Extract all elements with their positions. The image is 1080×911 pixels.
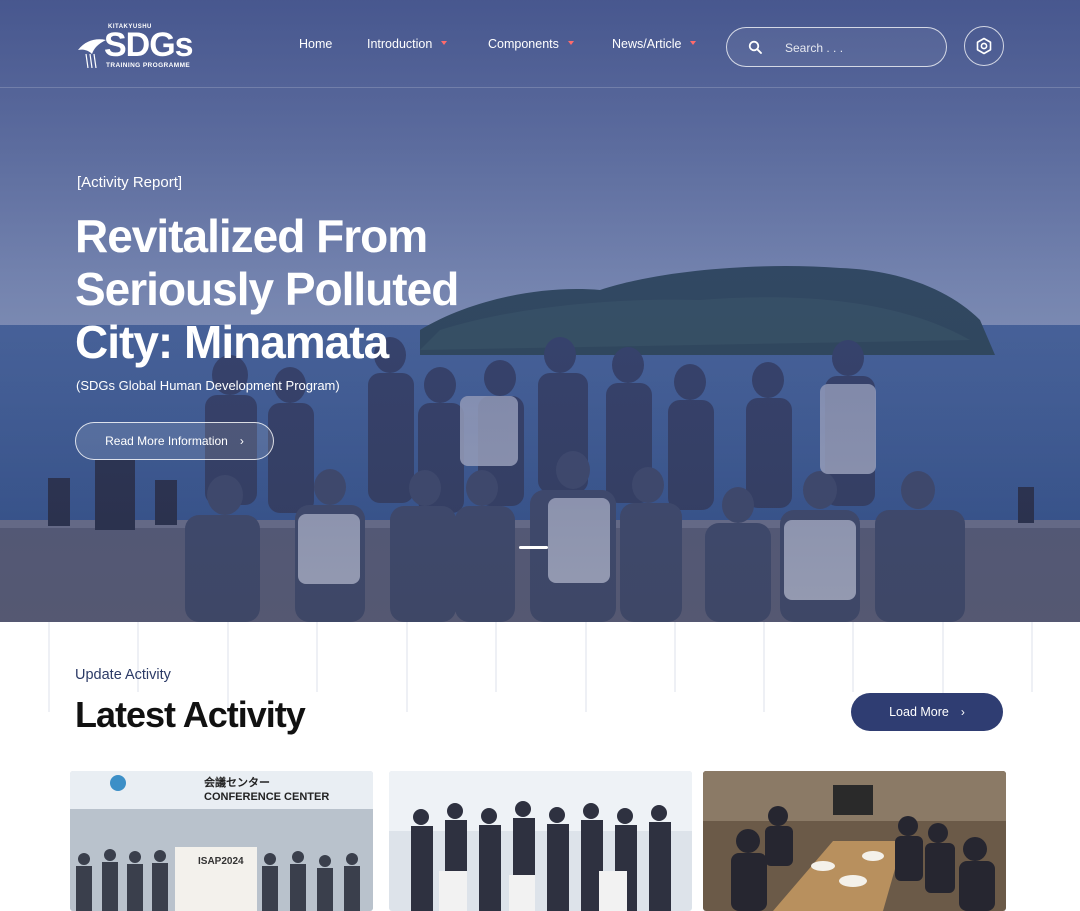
hero-eyebrow: [Activity Report] [77, 174, 183, 191]
nav-item-label: Introduction [367, 37, 433, 51]
hero-title: Revitalized From Seriously Polluted City… [75, 210, 459, 368]
card-sign-top: 会議センター [204, 775, 270, 789]
site-header: KITAKYUSHU SDGs TRAINING PROGRAMME Home … [0, 0, 1080, 88]
section-eyebrow: Update Activity [75, 667, 171, 683]
activity-card-image [703, 771, 1006, 911]
logo-main-text: SDGs [104, 26, 194, 64]
caret-down-icon [567, 41, 574, 45]
chevron-right-icon: › [960, 705, 965, 719]
load-more-button[interactable]: Load More › [851, 693, 1003, 731]
load-more-label: Load More [889, 705, 949, 719]
card-banner-text: ISAP2024 [198, 856, 244, 867]
search-box [726, 27, 947, 67]
caret-down-icon [690, 41, 697, 45]
hexagon-gear-icon [976, 37, 992, 55]
hero-banner: KITAKYUSHU SDGs TRAINING PROGRAMME Home … [0, 0, 1080, 622]
nav-item-components[interactable]: Components [488, 37, 574, 51]
nav-item-home[interactable]: Home [299, 37, 332, 51]
nav-item-label: Components [488, 37, 559, 51]
slide-dot-active[interactable] [519, 546, 548, 549]
nav-item-news-article[interactable]: News/Article [612, 37, 697, 51]
caret-down-icon [441, 41, 448, 45]
activity-card-image: 会議センター CONFERENCE CENTER ISAP2024 [70, 771, 373, 911]
read-more-label: Read More Information [105, 434, 228, 448]
activity-card[interactable] [703, 771, 1006, 911]
read-more-button[interactable]: Read More Information › [75, 422, 274, 460]
section-title: Latest Activity [75, 694, 306, 735]
slide-indicator[interactable] [519, 546, 548, 549]
nav-item-introduction[interactable]: Introduction [367, 37, 448, 51]
chevron-right-icon: › [239, 434, 244, 448]
card-sign-main: CONFERENCE CENTER [204, 791, 329, 803]
activity-card[interactable] [389, 771, 692, 911]
logo-sub-text: TRAINING PROGRAMME [106, 62, 191, 69]
hero-subtitle: (SDGs Global Human Development Program) [76, 378, 340, 393]
nav-item-label: News/Article [612, 37, 682, 51]
nav-item-label: Home [299, 37, 333, 51]
activity-card[interactable]: 会議センター CONFERENCE CENTER ISAP2024 [70, 771, 373, 911]
activity-card-image [389, 771, 692, 911]
search-icon [748, 40, 762, 54]
search-input[interactable] [783, 37, 933, 59]
latest-activity-section: Update Activity Latest Activity Load Mor… [0, 622, 1080, 911]
settings-button[interactable] [964, 26, 1004, 66]
site-logo[interactable]: KITAKYUSHU SDGs TRAINING PROGRAMME [76, 22, 206, 72]
